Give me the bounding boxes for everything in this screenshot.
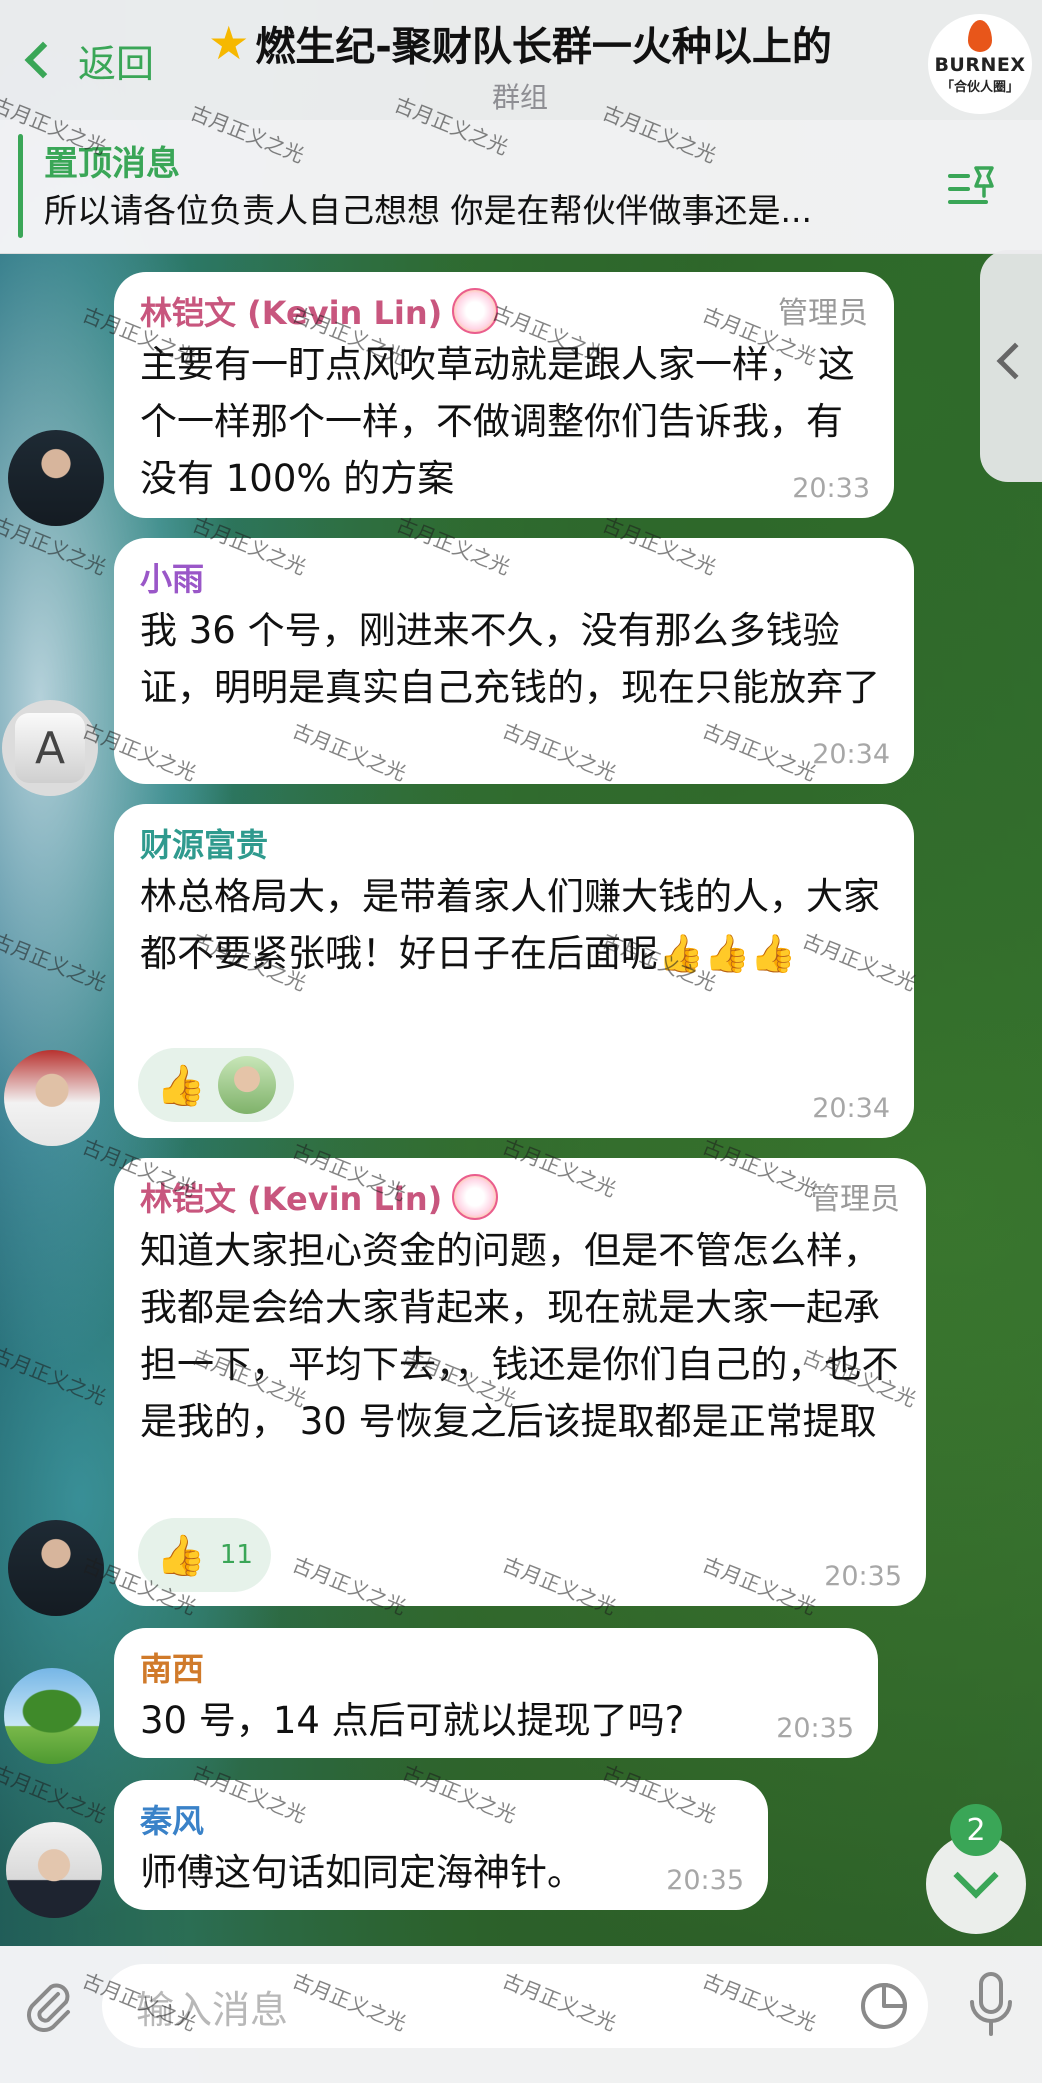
reactor-avatar [217, 1056, 276, 1114]
sender-name-text: 南西 [140, 1650, 205, 1688]
admin-role-label: 管理员 [778, 296, 868, 331]
sender-name: 林铠文 (Kevin Lin) [140, 288, 868, 334]
sender-name-text: 林铠文 (Kevin Lin) [140, 1180, 443, 1218]
sender-name: 财源富贵 [140, 820, 888, 866]
attach-icon[interactable] [20, 1976, 76, 2032]
side-panel-handle[interactable] [980, 250, 1042, 482]
group-avatar-subtitle: 「合伙人圈」 [940, 80, 1019, 95]
pin-list-icon[interactable] [946, 162, 1000, 216]
message-input-placeholder: 输入消息 [136, 1987, 289, 2032]
sender-name: 小雨 [140, 554, 888, 600]
reaction-chip[interactable]: 👍 [138, 1048, 294, 1122]
avatar[interactable] [8, 1520, 104, 1616]
pinned-indicator [18, 134, 23, 238]
avatar-letter: A [15, 713, 85, 783]
message-time: 20:35 [776, 1713, 854, 1744]
star-icon: ★ [208, 16, 250, 70]
message-input[interactable]: 输入消息 [102, 1964, 928, 2048]
reaction-chip[interactable]: 👍 11 [138, 1518, 271, 1592]
back-chevron-icon [24, 41, 62, 79]
message-text: 林总格局大，是带着家人们赚大钱的人，大家都不要紧张哦！好日子在后面呢👍👍👍 [140, 875, 880, 975]
flame-icon [968, 20, 992, 52]
message-time: 20:33 [792, 473, 870, 504]
chat-title-text: 燃生纪-聚财队长群一火种以上的 [255, 24, 832, 70]
admin-role-label: 管理员 [810, 1182, 900, 1217]
message-time: 20:34 [812, 1093, 890, 1124]
pinned-text: 所以请各位负责人自己想想 你是在帮伙伴做事还是... [44, 191, 812, 230]
sender-badge-icon [452, 1174, 499, 1220]
avatar[interactable] [6, 1822, 102, 1918]
sender-name-text: 财源富贵 [140, 826, 269, 864]
sticker-icon[interactable] [858, 1980, 910, 2032]
message-time: 20:35 [824, 1561, 902, 1592]
message-time: 20:35 [666, 1865, 744, 1896]
back-label: 返回 [78, 41, 155, 86]
sender-name-text: 小雨 [140, 560, 205, 598]
message-bubble[interactable]: 南西 30 号，14 点后可就以提现了吗? 20:35 [114, 1628, 878, 1758]
sender-name: 南西 [140, 1644, 852, 1690]
sender-name: 林铠文 (Kevin Lin) [140, 1174, 900, 1220]
group-avatar[interactable]: BURNEX 「合伙人圈」 [928, 14, 1032, 114]
group-avatar-brand: BURNEX [934, 54, 1026, 76]
chat-title: ★ 燃生纪-聚财队长群一火种以上的 [170, 14, 870, 72]
chat-header: 返回 ★ 燃生纪-聚财队长群一火种以上的 群组 BURNEX 「合伙人圈」 [0, 0, 1042, 120]
chevron-left-icon [996, 342, 1034, 380]
sender-name-text: 林铠文 (Kevin Lin) [140, 294, 443, 332]
message-text: 30 号，14 点后可就以提现了吗? [140, 1699, 685, 1742]
message-text: 知道大家担心资金的问题，但是不管怎么样，我都是会给大家背起来，现在就是大家一起承… [140, 1229, 899, 1443]
message-input-bar: 输入消息 [0, 1946, 1042, 2083]
message-bubble[interactable]: 小雨 我 36 个号，刚进来不久，没有那么多钱验证，明明是真实自己充钱的，现在只… [114, 538, 914, 784]
avatar[interactable] [8, 430, 104, 526]
back-button[interactable]: 返回 [10, 30, 154, 90]
unread-count-badge: 2 [950, 1804, 1002, 1856]
pinned-title: 置顶消息 [44, 144, 180, 184]
sender-name-text: 秦风 [140, 1802, 205, 1840]
message-bubble[interactable]: 林铠文 (Kevin Lin) 管理员 主要有一盯点风吹草动就是跟人家一样， 这… [114, 272, 894, 518]
avatar[interactable]: A [2, 700, 98, 796]
reaction-count: 11 [219, 1540, 253, 1570]
sender-name: 秦风 [140, 1796, 742, 1842]
sender-badge-icon [452, 288, 499, 334]
message-bubble[interactable]: 秦风 师傅这句话如同定海神针。 20:35 [114, 1780, 768, 1910]
scroll-down-icon [953, 1853, 999, 1899]
avatar[interactable] [4, 1668, 100, 1764]
message-text: 主要有一盯点风吹草动就是跟人家一样， 这个一样那个一样，不做调整你们告诉我，有没… [140, 343, 855, 500]
message-text: 师傅这句话如同定海神针。 [140, 1851, 584, 1894]
pinned-message-bar[interactable]: 置顶消息 所以请各位负责人自己想想 你是在帮伙伴做事还是... [0, 120, 1042, 254]
thumbs-up-icon: 👍 [156, 1062, 206, 1109]
chat-title-area[interactable]: ★ 燃生纪-聚财队长群一火种以上的 群组 [170, 14, 870, 116]
message-text: 我 36 个号，刚进来不久，没有那么多钱验证，明明是真实自己充钱的，现在只能放弃… [140, 609, 880, 709]
message-time: 20:34 [812, 739, 890, 770]
chat-subtitle: 群组 [491, 81, 548, 114]
microphone-icon[interactable] [966, 1970, 1016, 2042]
avatar[interactable] [4, 1050, 100, 1146]
thumbs-up-icon: 👍 [156, 1532, 206, 1579]
